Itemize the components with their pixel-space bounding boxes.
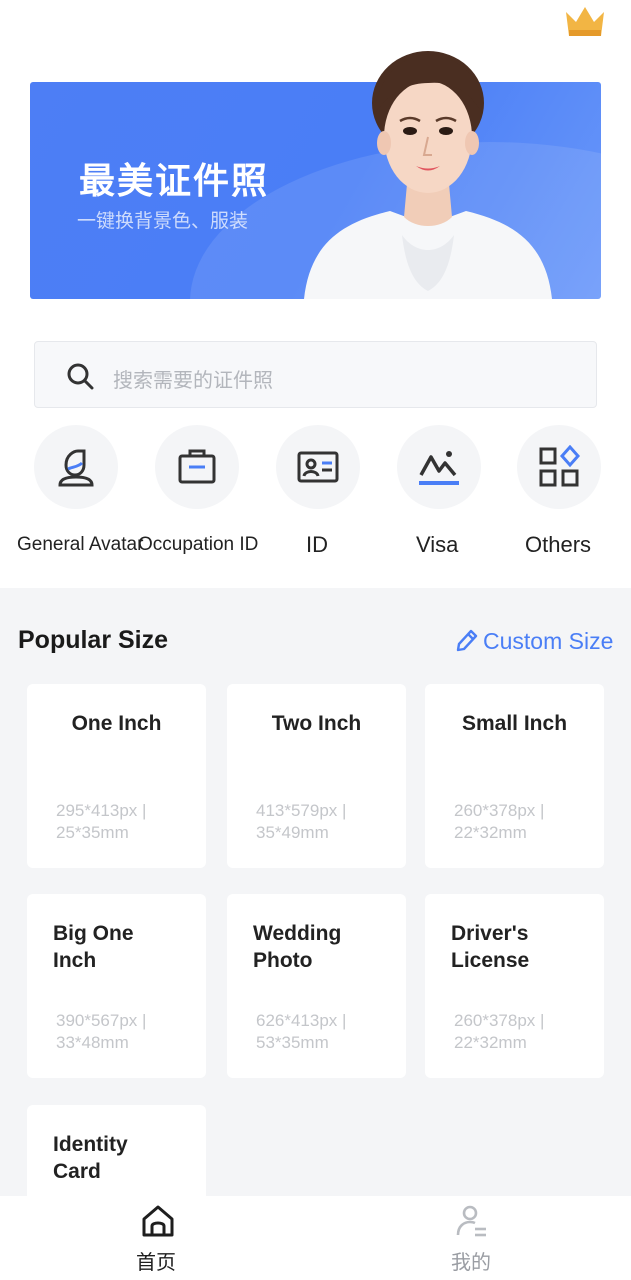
- search-bar[interactable]: 搜索需要的证件照: [34, 341, 597, 408]
- id-card-icon: [297, 451, 339, 483]
- size-dimensions: 295*413px | 25*35mm: [56, 801, 147, 842]
- tab-home-label: 首页: [136, 1250, 176, 1274]
- category-general-avatar[interactable]: [34, 425, 118, 509]
- profile-icon: [456, 1205, 486, 1237]
- avatar-icon: [58, 449, 94, 487]
- size-card[interactable]: One Inch 295*413px | 25*35mm: [27, 684, 206, 868]
- home-icon: [142, 1205, 174, 1237]
- size-name: Small Inch: [461, 712, 568, 735]
- popular-size-section: Popular Size Custom Size One Inch 295*41…: [0, 588, 631, 1225]
- category-id[interactable]: [276, 425, 360, 509]
- size-dimensions: 626*413px | 53*35mm: [256, 1011, 347, 1052]
- search-placeholder: 搜索需要的证件照: [113, 368, 273, 392]
- banner-subtitle: 一键换背景色、服装: [77, 210, 249, 232]
- size-card[interactable]: Big One Inch 390*567px | 33*48mm: [27, 894, 206, 1078]
- crown-icon[interactable]: [563, 4, 607, 38]
- category-visa[interactable]: [397, 425, 481, 509]
- size-name: One Inch: [71, 712, 162, 735]
- size-dimensions: 260*378px | 22*32mm: [454, 1011, 545, 1052]
- size-name: Wedding Photo: [253, 922, 342, 972]
- tab-home[interactable]: 首页: [110, 1196, 206, 1280]
- category-label-general-avatar: General Avatar: [17, 534, 144, 555]
- custom-size-label: Custom Size: [483, 628, 614, 654]
- size-card[interactable]: Small Inch 260*378px | 22*32mm: [425, 684, 604, 868]
- category-label-occupation-id: Occupation ID: [138, 534, 259, 555]
- size-name: Driver's License: [451, 922, 530, 972]
- size-dimensions: 390*567px | 33*48mm: [56, 1011, 147, 1052]
- category-label-id: ID: [306, 532, 328, 557]
- tab-profile-label: 我的: [451, 1250, 491, 1274]
- category-label-visa: Visa: [416, 532, 459, 557]
- size-name: Big One Inch: [53, 922, 134, 972]
- search-icon: [67, 363, 94, 390]
- grid-apps-icon: [539, 445, 581, 487]
- bottom-tab-bar: 首页 我的: [0, 1196, 631, 1280]
- size-card[interactable]: Wedding Photo 626*413px | 53*35mm: [227, 894, 406, 1078]
- size-card[interactable]: Two Inch 413*579px | 35*49mm: [227, 684, 406, 868]
- size-card[interactable]: Driver's License 260*378px | 22*32mm: [425, 894, 604, 1078]
- category-label-others: Others: [525, 532, 592, 557]
- category-others[interactable]: [517, 425, 601, 509]
- size-dimensions: 260*378px | 22*32mm: [454, 801, 545, 842]
- size-dimensions: 413*579px | 35*49mm: [256, 801, 347, 842]
- pencil-icon: [456, 629, 478, 652]
- landscape-icon: [419, 451, 459, 485]
- portrait-model-image: [304, 51, 552, 299]
- section-title: Popular Size: [18, 626, 169, 654]
- size-name: Identity Card: [53, 1133, 128, 1183]
- tab-profile[interactable]: 我的: [424, 1196, 520, 1280]
- briefcase-icon: [178, 449, 216, 484]
- banner-title: 最美证件照: [79, 161, 270, 202]
- category-occupation-id[interactable]: [155, 425, 239, 509]
- size-name: Two Inch: [271, 712, 362, 735]
